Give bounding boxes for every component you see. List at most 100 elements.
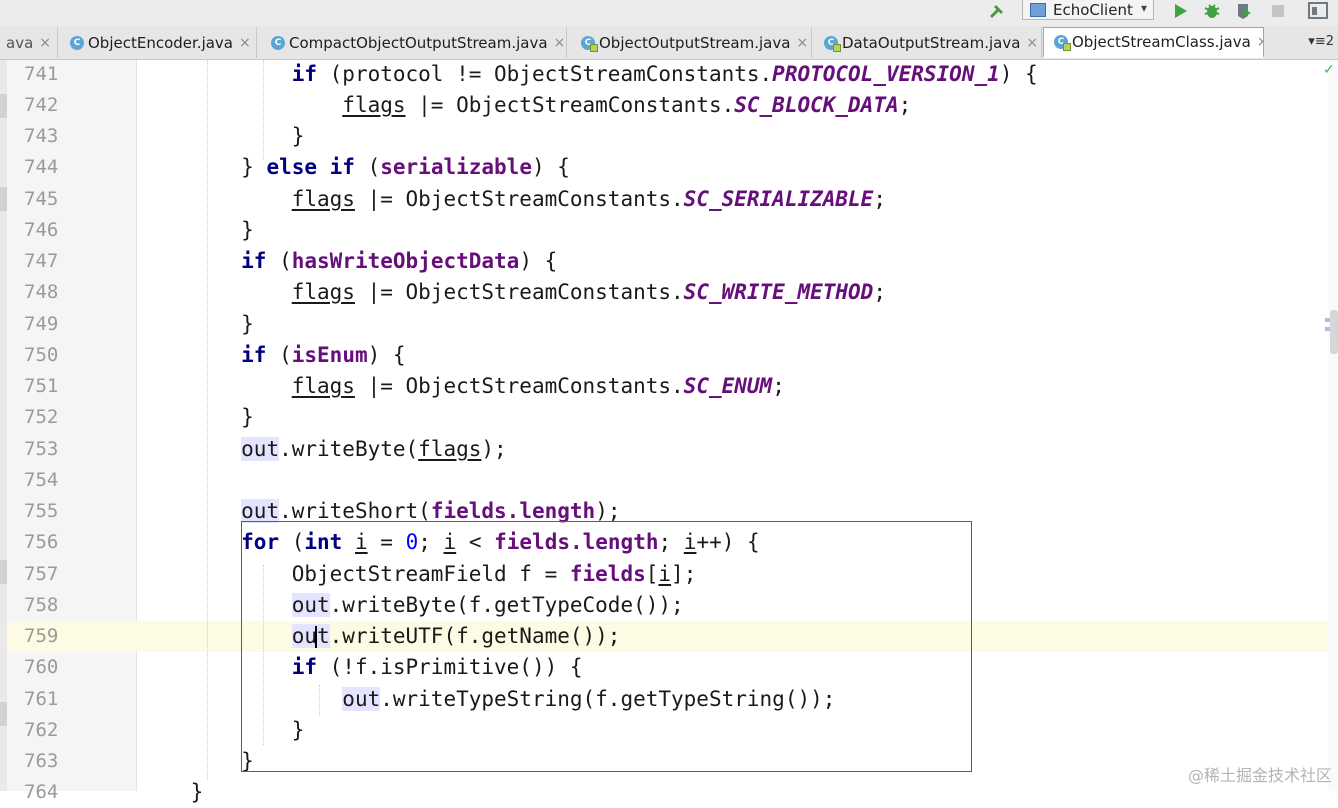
project-structure-icon[interactable] bbox=[1305, 0, 1331, 22]
code-token: ; bbox=[873, 280, 886, 304]
tab-object-encoder[interactable]: C ObjectEncoder.java × bbox=[58, 27, 257, 58]
code-token: |= ObjectStreamConstants. bbox=[354, 280, 684, 304]
code-line[interactable]: } else if (serializable) { bbox=[140, 152, 1326, 183]
tab-overflow-menu[interactable]: ▾≡2 bbox=[1308, 34, 1334, 49]
code-token: flags bbox=[291, 280, 355, 304]
checkmark-icon[interactable]: ✓ bbox=[1323, 62, 1335, 78]
code-line[interactable]: } bbox=[140, 402, 1326, 433]
code-token: flags bbox=[291, 187, 355, 211]
tab-object-stream-class[interactable]: C ObjectStreamClass.java × bbox=[1043, 27, 1264, 58]
close-icon[interactable]: × bbox=[39, 35, 51, 51]
tab-label: ObjectStreamClass.java bbox=[1072, 33, 1251, 51]
code-token: } bbox=[140, 155, 267, 179]
close-icon[interactable]: × bbox=[239, 35, 251, 51]
code-token: |= ObjectStreamConstants. bbox=[405, 93, 735, 117]
close-icon[interactable]: × bbox=[1257, 34, 1263, 50]
code-token: else if bbox=[266, 155, 355, 179]
code-token: .writeShort( bbox=[279, 499, 431, 523]
code-token: flags bbox=[418, 437, 482, 461]
tab-partial[interactable]: ava × bbox=[0, 27, 58, 58]
code-token: ( bbox=[354, 155, 381, 179]
code-token: ; bbox=[898, 93, 912, 117]
code-line[interactable]: flags |= ObjectStreamConstants.SC_WRITE_… bbox=[140, 277, 1326, 308]
code-line[interactable]: out.writeByte(flags); bbox=[140, 434, 1326, 465]
close-icon[interactable]: × bbox=[1026, 35, 1038, 51]
code-token: ) { bbox=[999, 62, 1038, 86]
line-number: 742 bbox=[24, 94, 59, 116]
code-line[interactable]: } bbox=[140, 309, 1326, 340]
line-number: 755 bbox=[24, 500, 59, 522]
run-config-label: EchoClient bbox=[1053, 0, 1133, 19]
code-token: out bbox=[241, 437, 280, 461]
code-token: PROTOCOL_VERSION_1 bbox=[772, 62, 1000, 86]
code-token: SC_BLOCK_DATA bbox=[734, 93, 899, 117]
editor-tab-bar: ava × C ObjectEncoder.java × C CompactOb… bbox=[0, 26, 1338, 60]
toolbar: EchoClient ▾ bbox=[0, 0, 1338, 26]
line-number: 764 bbox=[24, 781, 59, 803]
code-token: SC_WRITE_METHOD bbox=[683, 280, 874, 304]
code-token: |= ObjectStreamConstants. bbox=[354, 187, 684, 211]
code-token: SC_ENUM bbox=[683, 374, 773, 398]
tab-label: ObjectOutputStream.java bbox=[599, 33, 791, 52]
build-hammer-icon[interactable] bbox=[984, 0, 1010, 22]
run-icon[interactable] bbox=[1170, 0, 1192, 22]
code-token: } bbox=[140, 124, 305, 148]
java-class-icon: C bbox=[70, 35, 84, 50]
code-line[interactable]: if (hasWriteObjectData) { bbox=[140, 246, 1326, 277]
tab-object-output-stream[interactable]: C ObjectOutputStream.java × bbox=[567, 27, 812, 58]
tab-label: DataOutputStream.java bbox=[842, 33, 1021, 52]
code-token: } bbox=[140, 749, 254, 773]
code-token: ) { bbox=[519, 249, 558, 273]
line-number: 749 bbox=[24, 313, 59, 335]
close-icon[interactable]: × bbox=[796, 35, 808, 51]
change-marker bbox=[0, 702, 7, 726]
stop-icon[interactable] bbox=[1267, 0, 1289, 22]
tab-data-output-stream[interactable]: C DataOutputStream.java × bbox=[812, 27, 1042, 58]
library-class-icon: C bbox=[1054, 35, 1071, 51]
vertical-scrollbar-thumb[interactable] bbox=[1330, 310, 1338, 354]
tab-label: ObjectEncoder.java bbox=[88, 33, 233, 52]
code-line[interactable]: flags |= ObjectStreamConstants.SC_SERIAL… bbox=[140, 184, 1326, 215]
code-token: hasWriteObjectData bbox=[291, 249, 520, 273]
code-token: out bbox=[241, 499, 280, 523]
code-token: flags bbox=[342, 93, 406, 117]
line-number: 757 bbox=[24, 563, 59, 585]
code-line[interactable]: } bbox=[140, 215, 1326, 246]
line-number: 762 bbox=[24, 719, 59, 741]
code-token: } bbox=[140, 218, 254, 242]
tab-compact-object-output-stream[interactable]: C CompactObjectOutputStream.java × bbox=[257, 27, 567, 58]
code-token: ( bbox=[266, 343, 292, 367]
line-number: 758 bbox=[24, 594, 59, 616]
code-line[interactable]: if (protocol != ObjectStreamConstants.PR… bbox=[140, 59, 1326, 90]
coverage-icon[interactable] bbox=[1233, 0, 1255, 22]
chevron-down-icon: ▾ bbox=[1140, 1, 1147, 15]
code-token: if bbox=[291, 62, 318, 86]
error-stripe bbox=[1328, 60, 1338, 791]
debug-icon[interactable] bbox=[1201, 0, 1223, 22]
code-line[interactable]: } bbox=[140, 777, 1326, 808]
line-number: 741 bbox=[24, 63, 59, 85]
code-line[interactable]: } bbox=[140, 121, 1326, 152]
code-line[interactable]: flags |= ObjectStreamConstants.SC_ENUM; bbox=[140, 371, 1326, 402]
code-line[interactable]: if (isEnum) { bbox=[140, 340, 1326, 371]
line-number: 752 bbox=[24, 406, 59, 428]
java-app-config-icon bbox=[1030, 3, 1046, 17]
library-class-icon: C bbox=[581, 35, 598, 52]
code-line[interactable]: flags |= ObjectStreamConstants.SC_BLOCK_… bbox=[140, 90, 1326, 121]
line-number: 756 bbox=[24, 531, 59, 553]
code-token: ; bbox=[873, 187, 886, 211]
code-token: fields.length bbox=[430, 499, 596, 523]
line-number-current: 759 bbox=[24, 625, 59, 647]
close-icon[interactable]: × bbox=[554, 35, 566, 51]
code-token: ) { bbox=[367, 343, 406, 367]
code-token: } bbox=[140, 405, 254, 429]
run-configuration-dropdown[interactable]: EchoClient ▾ bbox=[1022, 0, 1154, 20]
code-token: serializable bbox=[380, 155, 532, 179]
code-line[interactable] bbox=[140, 465, 1326, 496]
